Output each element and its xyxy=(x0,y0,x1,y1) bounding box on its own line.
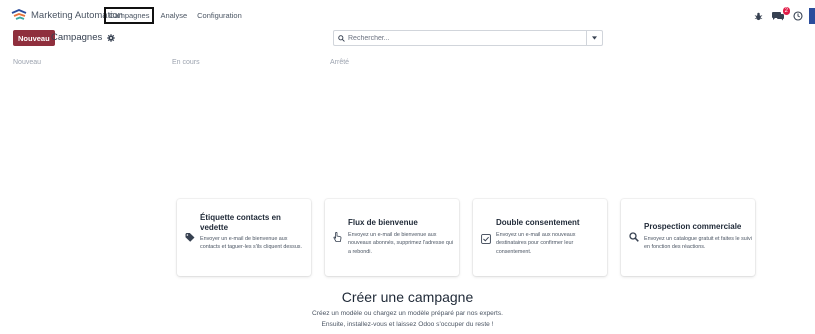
main-menu: Campagnes Analyse Configuration xyxy=(104,7,249,24)
search-input[interactable] xyxy=(348,34,588,42)
card-title: Étiquette contacts en vedette xyxy=(200,213,281,232)
helper-title: Créer une campagne xyxy=(341,289,474,305)
menu-item-campagnes[interactable]: Campagnes xyxy=(104,7,155,24)
card-description: Envoyez un e-mail aux nouveaux destinata… xyxy=(496,232,576,255)
card-description: Envoyez un e-mail de bienvenue aux nouve… xyxy=(348,232,454,255)
column-header-en-cours[interactable]: En cours xyxy=(172,59,200,66)
chat-badge: 2 xyxy=(782,7,790,15)
navbar: Marketing Automation Campagnes Analyse C… xyxy=(0,0,815,30)
column-header-arrete[interactable]: Arrêté xyxy=(330,59,349,66)
avatar[interactable] xyxy=(809,8,815,24)
app-logo[interactable] xyxy=(11,9,28,21)
chat-icon[interactable]: 2 xyxy=(771,7,790,21)
card-description: Envoyez un catalogue gratuit et faites l… xyxy=(644,236,752,251)
breadcrumb-title: Campagnes xyxy=(51,32,103,43)
bug-icon[interactable] xyxy=(754,12,763,21)
column-header-nouveau[interactable]: Nouveau xyxy=(13,59,41,66)
card-title: Prospection commerciale xyxy=(644,222,742,231)
template-card-double-consentement[interactable]: Double consentement Envoyez un e-mail au… xyxy=(473,199,607,276)
menu-item-analyse[interactable]: Analyse xyxy=(157,8,190,23)
breadcrumb: Campagnes xyxy=(51,32,115,43)
search-icon xyxy=(629,232,639,242)
check-square-icon xyxy=(481,234,491,244)
helper-line-2: Ensuite, installez-vous et laissez Odoo … xyxy=(321,321,494,328)
search-bar xyxy=(333,30,603,46)
card-title: Double consentement xyxy=(496,218,580,227)
search-options-toggle[interactable] xyxy=(586,30,602,46)
template-card-etiquette[interactable]: Étiquette contacts en vedette Envoyer un… xyxy=(177,199,311,276)
card-description: Envoyer un e-mail de bienvenue aux conta… xyxy=(200,236,303,251)
gear-icon[interactable] xyxy=(107,33,115,42)
search-icon xyxy=(338,34,345,42)
helper-line-1: Créez un modèle ou chargez un modèle pré… xyxy=(312,310,503,317)
caret-down-icon xyxy=(592,36,597,40)
tag-icon xyxy=(185,233,195,242)
new-button[interactable]: Nouveau xyxy=(13,30,55,46)
clock-icon[interactable] xyxy=(793,11,803,21)
menu-item-configuration[interactable]: Configuration xyxy=(194,8,245,23)
template-card-prospection[interactable]: Prospection commerciale Envoyez un catal… xyxy=(621,199,755,276)
template-card-bienvenue[interactable]: Flux de bienvenue Envoyez un e-mail de b… xyxy=(325,199,459,276)
hand-pointer-icon xyxy=(333,232,342,242)
card-title: Flux de bienvenue xyxy=(348,218,418,227)
app-logo-icon xyxy=(11,9,27,20)
systray: 2 xyxy=(746,7,815,24)
